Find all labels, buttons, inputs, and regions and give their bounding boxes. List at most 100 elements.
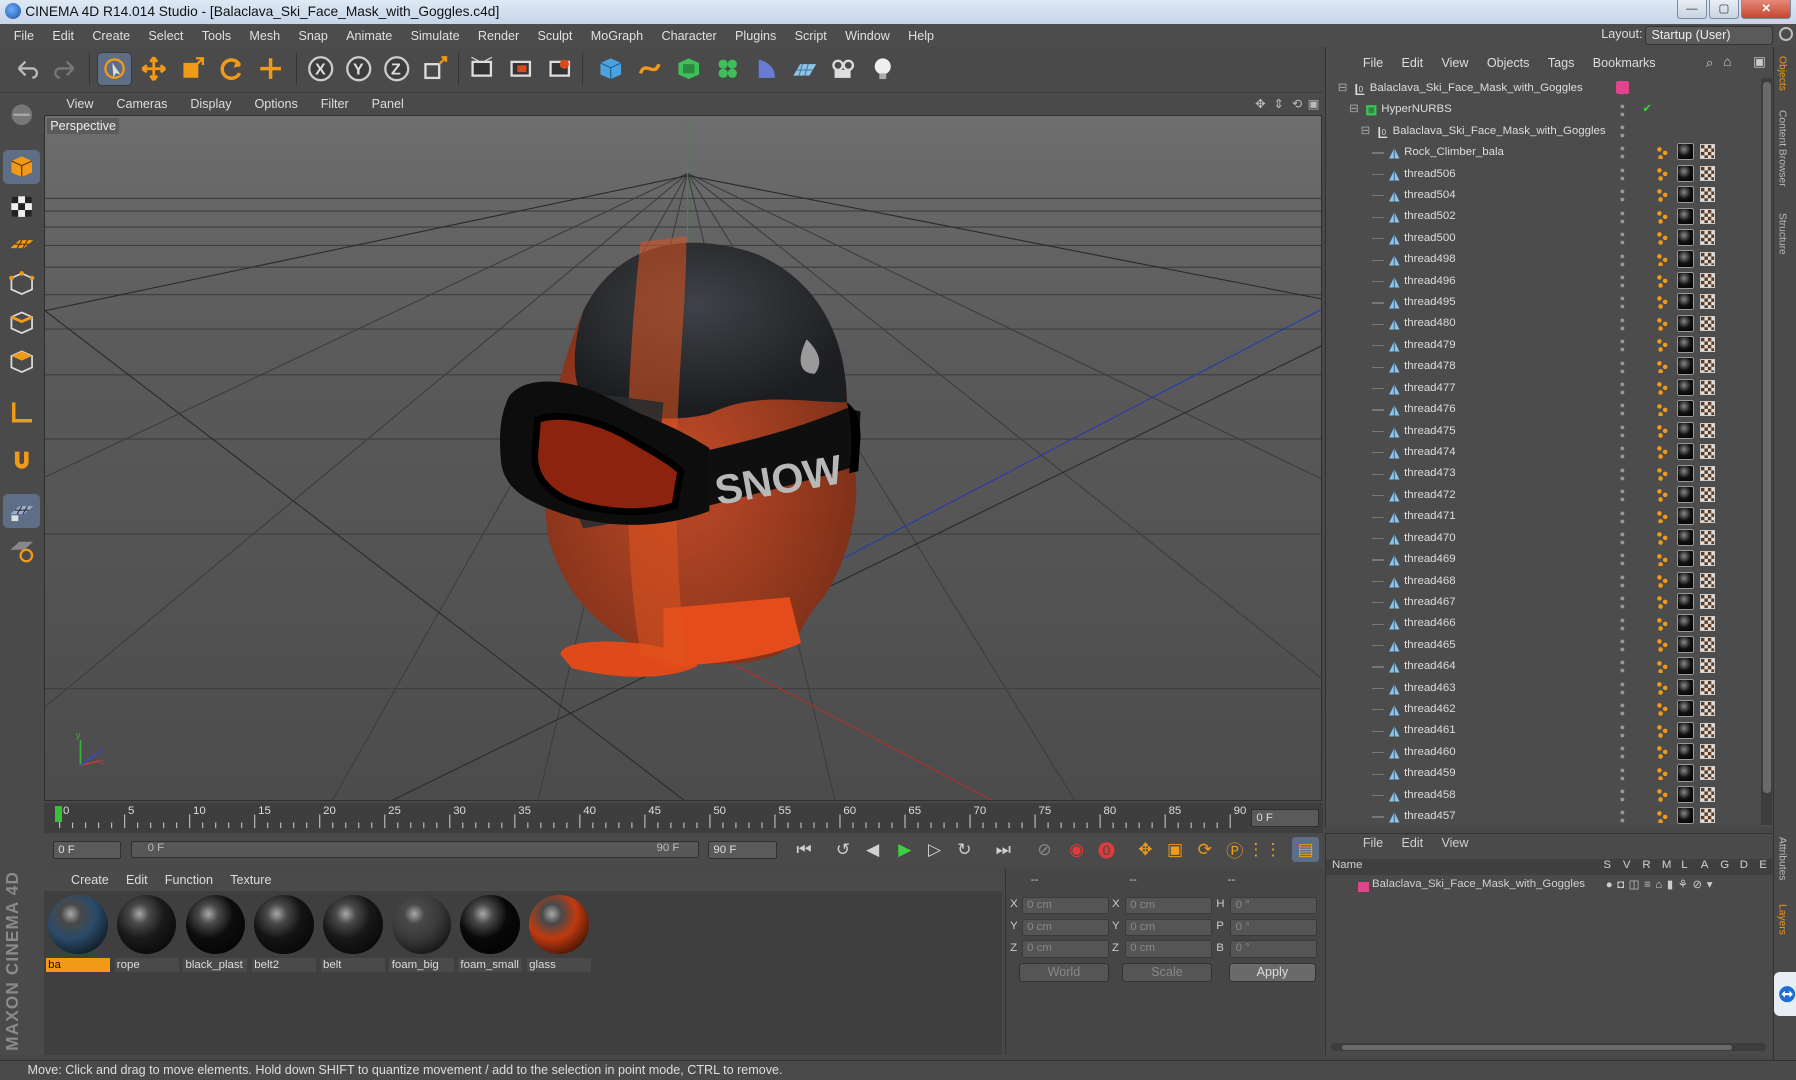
layout-select[interactable]: Startup (User)	[1644, 26, 1774, 45]
y-axis-lock-button[interactable]: Y	[341, 52, 375, 86]
material-tag-icon[interactable]	[1676, 721, 1694, 739]
move-tool-button[interactable]	[136, 52, 170, 86]
object-row-rock-climber-bala[interactable]: Rock_Climber_bala ● ●	[1326, 142, 1761, 163]
object-menu-bookmarks[interactable]: Bookmarks	[1584, 56, 1665, 70]
material-tag-icon[interactable]	[1676, 314, 1694, 332]
spline-pen-button[interactable]	[632, 52, 666, 86]
object-row-thread460[interactable]: thread460 ● ●	[1326, 742, 1761, 763]
material-tag-icon[interactable]	[1676, 186, 1694, 204]
visibility-toggle-icon[interactable]: ●●	[1619, 551, 1625, 568]
phong-tag-icon[interactable]	[1656, 638, 1670, 652]
material-tag-icon[interactable]	[1676, 678, 1694, 696]
object-row-thread461[interactable]: thread461 ● ●	[1326, 720, 1761, 741]
axis-mode-button[interactable]	[3, 395, 40, 429]
viewport-dolly-icon[interactable]: ⇕	[1273, 96, 1284, 111]
uvw-tag-icon[interactable]	[1699, 701, 1715, 717]
viewport-menu-display[interactable]: Display	[179, 97, 243, 111]
material-tag-icon[interactable]	[1676, 250, 1694, 268]
visibility-toggle-icon[interactable]: ●●	[1619, 208, 1625, 225]
uvw-tag-icon[interactable]	[1699, 144, 1715, 160]
menu-script[interactable]: Script	[785, 29, 835, 43]
menu-mograph[interactable]: MoGraph	[582, 29, 653, 43]
material-tag-icon[interactable]	[1676, 764, 1694, 782]
material-tag-icon[interactable]	[1676, 807, 1694, 825]
tree-expander-icon[interactable]: ⊟	[1361, 121, 1371, 142]
add-object-button[interactable]	[253, 52, 287, 86]
uvw-tag-icon[interactable]	[1699, 615, 1715, 631]
menu-plugins[interactable]: Plugins	[726, 29, 786, 43]
object-row-thread458[interactable]: thread458 ● ●	[1326, 785, 1761, 806]
phong-tag-icon[interactable]	[1656, 274, 1670, 288]
visibility-toggle-icon[interactable]: ●●	[1619, 165, 1625, 182]
visibility-toggle-icon[interactable]: ●●	[1619, 465, 1625, 482]
uvw-tag-icon[interactable]	[1699, 422, 1715, 438]
visibility-toggle-icon[interactable]: ●●	[1619, 636, 1625, 653]
visibility-toggle-icon[interactable]: ●●	[1619, 144, 1625, 161]
go-to-start-button[interactable]: ⏮	[790, 837, 817, 862]
phong-tag-icon[interactable]	[1656, 767, 1670, 781]
uvw-tag-icon[interactable]	[1699, 744, 1715, 760]
menu-select[interactable]: Select	[139, 29, 192, 43]
object-row-thread496[interactable]: thread496 ● ●	[1326, 271, 1761, 292]
phong-tag-icon[interactable]	[1656, 381, 1670, 395]
material-tag-icon[interactable]	[1676, 421, 1694, 439]
x-axis-lock-button[interactable]: X	[304, 52, 338, 86]
phong-tag-icon[interactable]	[1656, 745, 1670, 760]
viewport-menu-options[interactable]: Options	[243, 97, 309, 111]
menu-window[interactable]: Window	[836, 29, 899, 43]
object-row-thread457[interactable]: thread457 ● ●	[1326, 806, 1761, 825]
uvw-tag-icon[interactable]	[1699, 808, 1715, 824]
material-menu-edit[interactable]: Edit	[114, 873, 153, 887]
previous-key-button[interactable]: ↺	[829, 837, 856, 862]
visibility-toggle-icon[interactable]: ●●	[1619, 272, 1625, 289]
visibility-toggle-icon[interactable]: ●●	[1619, 101, 1625, 118]
viewport-menu-cameras[interactable]: Cameras	[105, 97, 179, 111]
viewport-maximize-icon[interactable]: ▣	[1308, 96, 1320, 111]
menu-tools[interactable]: Tools	[193, 29, 241, 43]
coordinate-system-button[interactable]	[418, 52, 452, 86]
visibility-toggle-icon[interactable]: ●●	[1619, 444, 1625, 461]
workplane-mode-button[interactable]	[3, 228, 40, 262]
viewport-rotate-icon[interactable]: ⟲	[1292, 96, 1303, 111]
menu-create[interactable]: Create	[83, 29, 139, 43]
phong-tag-icon[interactable]	[1656, 660, 1670, 674]
model-mode-button[interactable]	[3, 150, 41, 185]
current-frame-field[interactable]: 0 F	[1250, 808, 1320, 827]
material-tag-icon[interactable]	[1676, 378, 1694, 397]
object-menu-view[interactable]: View	[1432, 56, 1477, 70]
visibility-toggle-icon[interactable]: ●●	[1619, 765, 1625, 782]
object-row-thread475[interactable]: thread475 ● ●	[1326, 421, 1761, 442]
visibility-toggle-icon[interactable]: ●●	[1619, 615, 1625, 632]
layer-flags[interactable]: ●◘◫≡⌂▮⚘⊘▾	[1606, 877, 1717, 891]
object-row-thread502[interactable]: thread502 ● ●	[1326, 206, 1761, 227]
layer-color-swatch[interactable]	[1358, 881, 1369, 893]
material-foam-big[interactable]: foam_big	[389, 894, 454, 973]
object-row-thread495[interactable]: thread495 ● ●	[1326, 292, 1761, 313]
visibility-toggle-icon[interactable]: ●●	[1619, 572, 1625, 589]
key-position-button[interactable]: ✥	[1132, 837, 1159, 862]
object-row-thread471[interactable]: thread471 ● ●	[1326, 506, 1761, 527]
viewport-menu-panel[interactable]: Panel	[360, 97, 415, 111]
layer-menu-edit[interactable]: Edit	[1392, 836, 1432, 850]
visibility-toggle-icon[interactable]: ●●	[1619, 122, 1625, 139]
visibility-toggle-icon[interactable]: ●●	[1619, 786, 1625, 803]
tree-expander-icon[interactable]: ⊟	[1338, 78, 1348, 99]
redo-button[interactable]	[48, 52, 82, 86]
undo-button[interactable]	[9, 52, 43, 86]
phong-tag-icon[interactable]	[1656, 146, 1670, 160]
snap-magnet-button[interactable]	[3, 443, 40, 477]
menu-sculpt[interactable]: Sculpt	[528, 29, 581, 43]
uvw-tag-icon[interactable]	[1699, 722, 1715, 738]
object-menu-file[interactable]: File	[1354, 56, 1393, 70]
polygons-mode-button[interactable]	[3, 345, 40, 379]
material-tag-icon[interactable]	[1676, 228, 1694, 247]
visibility-toggle-icon[interactable]: ●●	[1619, 487, 1625, 504]
timeline-playhead[interactable]	[54, 806, 62, 823]
visibility-toggle-icon[interactable]: ●●	[1619, 379, 1625, 396]
enabled-check-icon[interactable]: ✔	[1642, 99, 1652, 120]
layer-row[interactable]: Balaclava_Ski_Face_Mask_with_Goggles ●◘◫…	[1326, 877, 1773, 895]
visibility-toggle-icon[interactable]: ●●	[1619, 229, 1625, 246]
material-tag-icon[interactable]	[1676, 464, 1694, 482]
uvw-tag-icon[interactable]	[1699, 165, 1715, 181]
render-to-picture-viewer-button[interactable]	[543, 52, 577, 86]
